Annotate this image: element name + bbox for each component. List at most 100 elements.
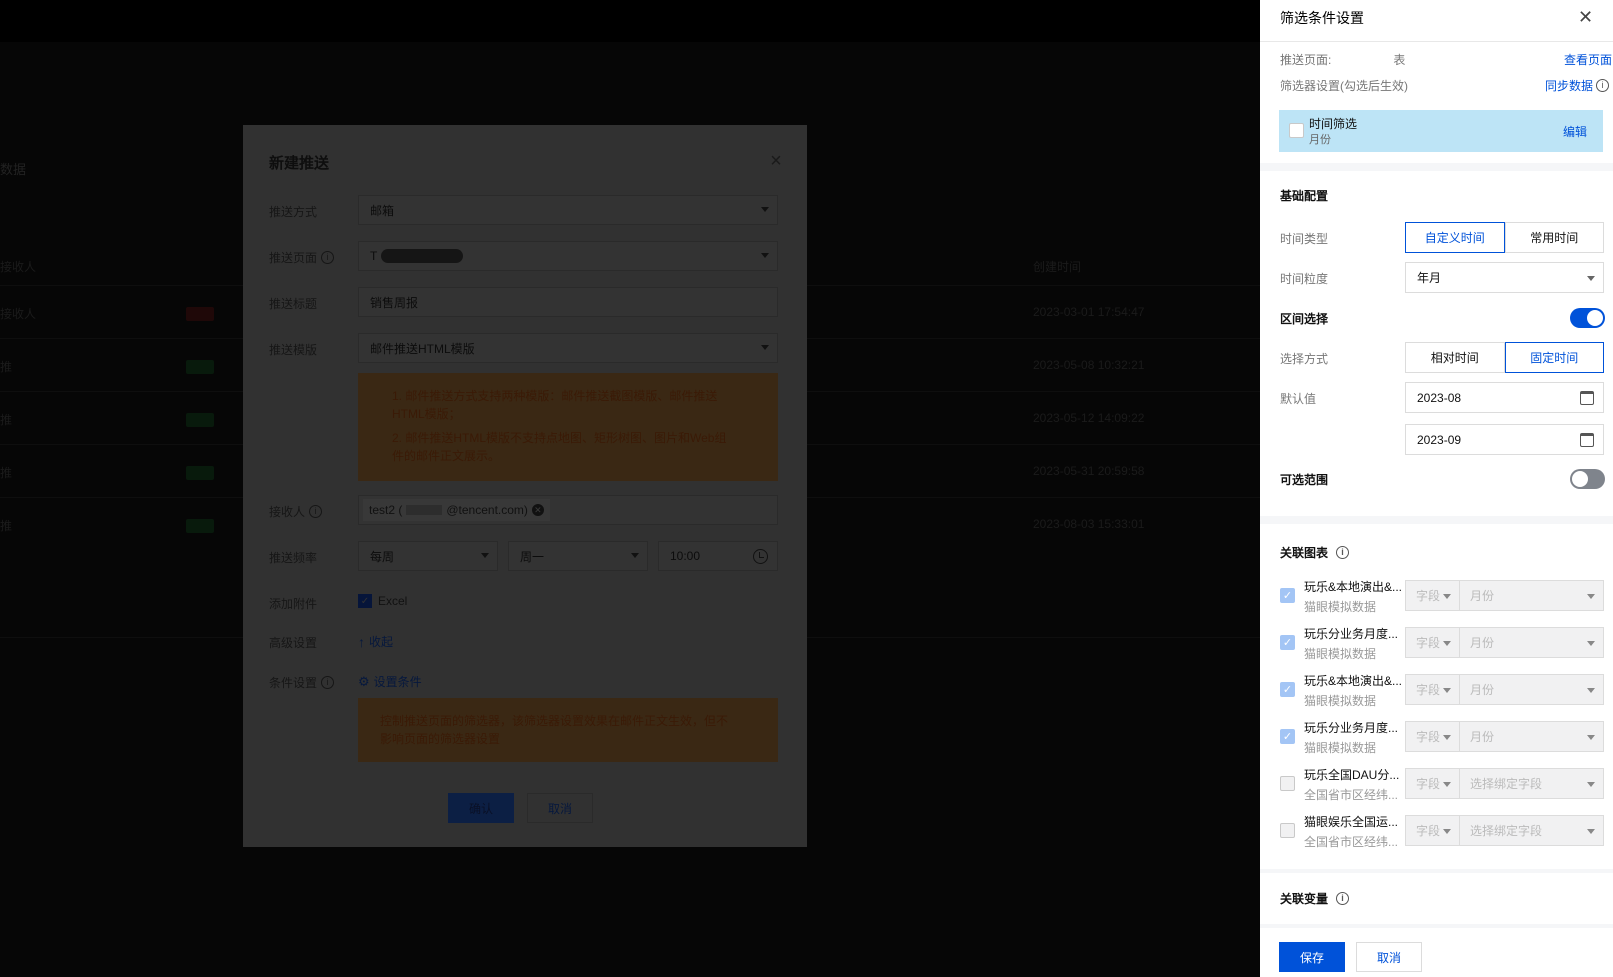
advanced-label: 高级设置 (269, 636, 318, 650)
field-value-select[interactable]: 月份 (1459, 721, 1604, 752)
field-value-select[interactable]: 选择绑定字段 (1459, 768, 1604, 799)
push-template-select[interactable]: 邮件推送HTML模版 (358, 333, 778, 363)
related-chart-row: ✓ 玩乐分业务月度... 猫眼模拟数据 字段 月份 (1280, 721, 1606, 761)
set-condition-link[interactable]: ⚙ 设置条件 (358, 673, 422, 690)
table-row: 推 (0, 413, 13, 427)
redacted-block (381, 249, 464, 263)
view-page-link[interactable]: 查看页面 (1564, 51, 1612, 68)
chart-source: 猫眼模拟数据 (1304, 600, 1377, 614)
chart-name: 玩乐&本地演出&... (1304, 580, 1403, 594)
related-chart-row: ✓ 玩乐&本地演出&... 猫眼模拟数据 字段 月份 (1280, 580, 1606, 620)
chevron-down-icon (1443, 641, 1451, 646)
status-badge (186, 519, 214, 533)
condition-label: 条件设置 i (269, 674, 335, 691)
push-page-select[interactable]: T (358, 241, 778, 271)
frequency-day-select[interactable]: 周一 (508, 541, 648, 571)
range-select-toggle[interactable] (1570, 308, 1605, 328)
field-select[interactable]: 字段 (1405, 768, 1460, 799)
table-cell-time: 2023-05-08 10:32:21 (1033, 358, 1145, 372)
chevron-down-icon (761, 253, 769, 258)
field-value-select[interactable]: 选择绑定字段 (1459, 815, 1604, 846)
option-common-time[interactable]: 常用时间 (1504, 222, 1604, 253)
push-page-info: 推送页面: 表 (1280, 53, 1406, 67)
push-page-label: 推送页面 i (269, 249, 335, 266)
option-fixed-time[interactable]: 固定时间 (1504, 342, 1604, 373)
chevron-down-icon (1587, 641, 1595, 646)
info-icon: i (1336, 546, 1350, 559)
info-icon: i (321, 676, 335, 689)
save-button[interactable]: 保存 (1279, 942, 1345, 972)
chart-source: 猫眼模拟数据 (1304, 741, 1377, 755)
option-relative-time[interactable]: 相对时间 (1405, 342, 1505, 373)
info-icon: i (321, 251, 335, 264)
field-value-select[interactable]: 月份 (1459, 674, 1604, 705)
chart-name: 玩乐分业务月度... (1304, 627, 1399, 641)
chart-checkbox[interactable]: ✓ (1280, 682, 1295, 697)
filter-setting-label: 筛选器设置(勾选后生效) (1280, 79, 1408, 93)
clock-icon (753, 549, 768, 564)
related-vars-title: 关联变量 i (1280, 890, 1350, 907)
related-chart-row: 猫眼娱乐全国运... 全国省市区经纬... 字段 选择绑定字段 (1280, 815, 1606, 855)
arrow-up-icon: ↑ (358, 633, 365, 650)
select-method-segment: 相对时间 固定时间 (1405, 342, 1604, 373)
granularity-select[interactable]: 年月 (1405, 262, 1604, 293)
receiver-input[interactable]: test2 (@tencent.com) ✕ (358, 495, 778, 525)
table-row: 推 (0, 360, 13, 374)
field-select[interactable]: 字段 (1405, 721, 1460, 752)
time-type-label: 时间类型 (1280, 232, 1329, 246)
table-cell-time: 2023-05-31 20:59:58 (1033, 464, 1145, 478)
chart-source: 全国省市区经纬... (1304, 835, 1399, 849)
drawer-header: 筛选条件设置 ✕ (1260, 0, 1613, 42)
optional-range-toggle[interactable] (1570, 469, 1605, 489)
remove-tag-icon[interactable]: ✕ (531, 504, 544, 516)
chart-source: 猫眼模拟数据 (1304, 647, 1377, 661)
frequency-period-select[interactable]: 每周 (358, 541, 498, 571)
modal-close-icon[interactable]: × (768, 151, 784, 171)
field-select[interactable]: 字段 (1405, 627, 1460, 658)
cancel-button[interactable]: 取消 (1356, 942, 1422, 972)
push-method-select[interactable]: 邮箱 (358, 195, 778, 225)
field-value-select[interactable]: 月份 (1459, 580, 1604, 611)
optional-range-label: 可选范围 (1280, 473, 1329, 487)
field-select[interactable]: 字段 (1405, 815, 1460, 846)
field-value-select[interactable]: 月份 (1459, 627, 1604, 658)
chart-checkbox[interactable]: ✓ (1280, 635, 1295, 650)
field-select[interactable]: 字段 (1405, 580, 1460, 611)
confirm-button[interactable]: 确认 (448, 793, 514, 823)
chart-checkbox[interactable] (1280, 823, 1295, 838)
cancel-button[interactable]: 取消 (527, 793, 593, 823)
filter-item-name: 时间筛选 (1309, 117, 1358, 131)
table-cell-time: 2023-03-01 17:54:47 (1033, 305, 1145, 319)
template-notice: 1. 邮件推送方式支持两种模版：邮件推送截图模版、邮件推送HTML模版； 2. … (358, 373, 778, 481)
chart-checkbox[interactable]: ✓ (1280, 729, 1295, 744)
chart-checkbox[interactable]: ✓ (1280, 588, 1295, 603)
status-badge (186, 466, 214, 480)
field-select[interactable]: 字段 (1405, 674, 1460, 705)
edit-link[interactable]: 编辑 (1563, 123, 1587, 140)
sync-data-link[interactable]: 同步数据 i (1545, 77, 1610, 94)
table-row: 推 (0, 519, 13, 533)
default-start-date-picker[interactable]: 2023-08 (1405, 382, 1604, 413)
frequency-time-picker[interactable]: 10:00 (658, 541, 778, 571)
close-icon[interactable]: ✕ (1578, 7, 1593, 28)
default-value-label: 默认值 (1280, 392, 1317, 406)
table-cell-time: 2023-05-12 14:09:22 (1033, 411, 1145, 425)
chart-name: 玩乐分业务月度... (1304, 721, 1399, 735)
chevron-down-icon (481, 553, 489, 558)
collapse-link[interactable]: ↑ 收起 (358, 633, 393, 650)
calendar-icon (1580, 433, 1594, 447)
push-title-input[interactable]: 销售周报 (358, 287, 778, 317)
chart-checkbox[interactable] (1280, 776, 1295, 791)
filter-checkbox[interactable] (1289, 123, 1304, 138)
status-badge (186, 413, 214, 427)
push-template-label: 推送模版 (269, 343, 318, 357)
default-end-date-picker[interactable]: 2023-09 (1405, 424, 1604, 455)
chevron-down-icon (1587, 276, 1595, 281)
excel-checkbox[interactable]: ✓ Excel (358, 594, 407, 608)
filter-item-time[interactable]: 时间筛选 月份 编辑 (1279, 110, 1603, 152)
push-title-label: 推送标题 (269, 297, 318, 311)
chevron-down-icon (1443, 829, 1451, 834)
chevron-down-icon (1443, 594, 1451, 599)
option-custom-time[interactable]: 自定义时间 (1405, 222, 1505, 253)
info-icon: i (309, 505, 323, 518)
